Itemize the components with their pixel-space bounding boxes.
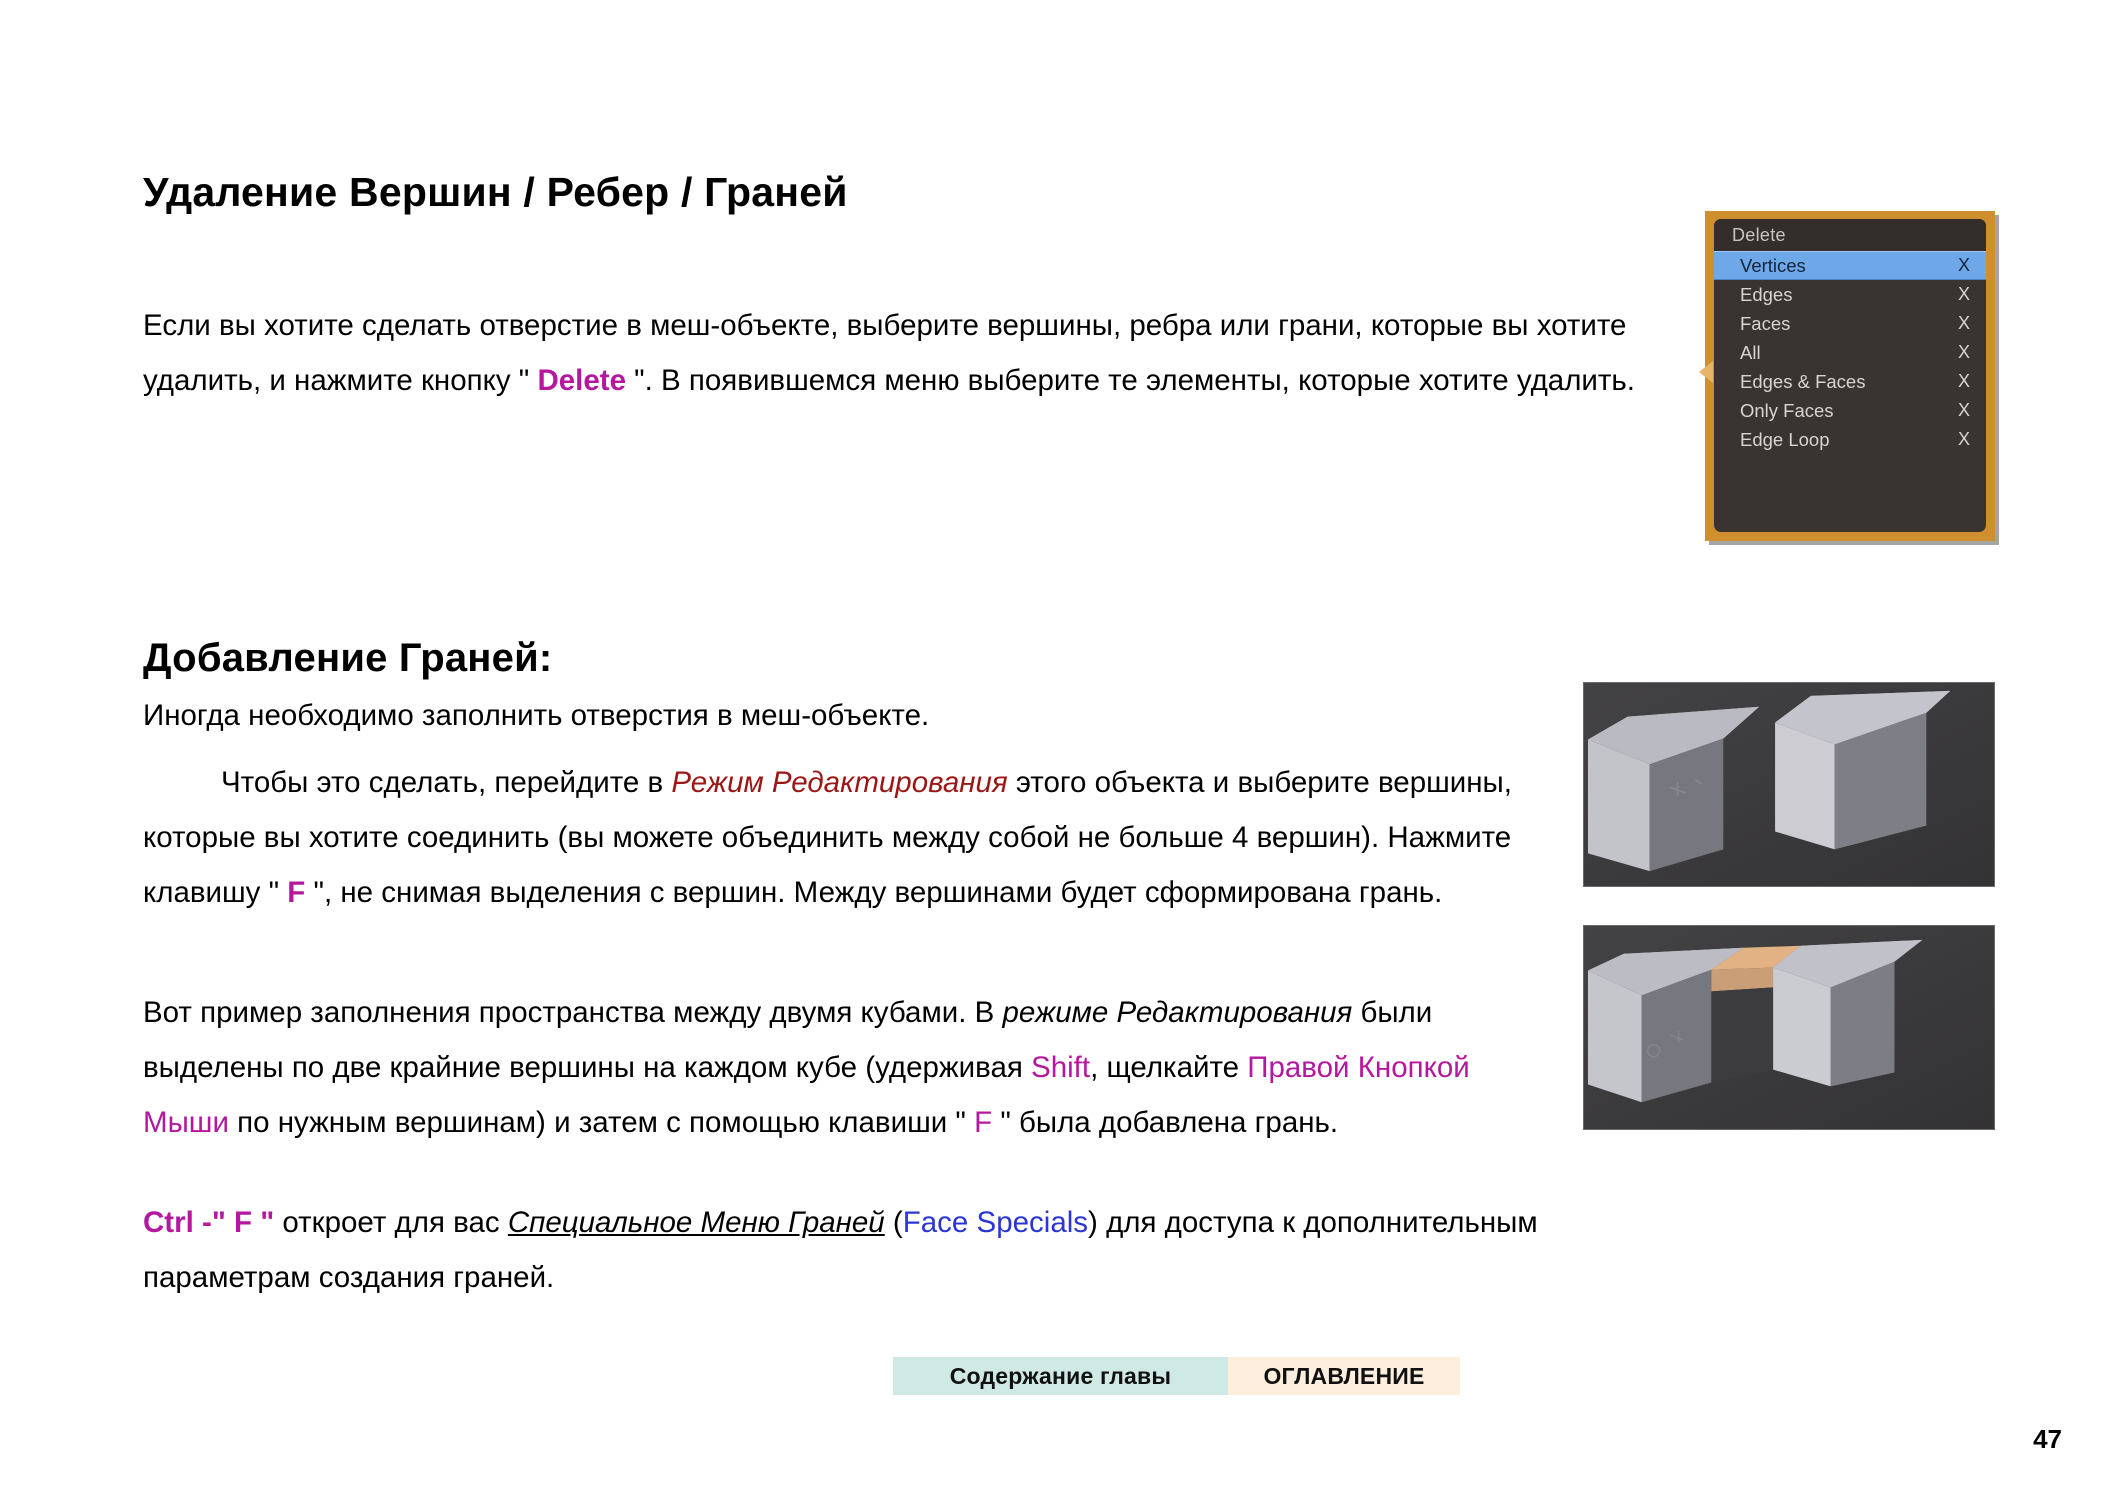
delete-menu-body: Delete Vertices X Edges X Faces X All X … (1714, 219, 1986, 532)
bridged-cubes-illustration (1584, 926, 1994, 1129)
menu-item-vertices-label: Vertices (1740, 254, 1806, 276)
footer-navigation: Содержание главы ОГЛАВЛЕНИЕ (893, 1357, 1460, 1395)
chapter-contents-button[interactable]: Содержание главы (893, 1357, 1228, 1395)
delete-menu-screenshot: Delete Vertices X Edges X Faces X All X … (1705, 211, 1995, 541)
screenshot-two-cubes (1583, 682, 1995, 887)
page-number: 47 (2033, 1424, 2062, 1454)
emphasis-edit-mode: Режим Редактирования (671, 766, 1008, 799)
menu-item-vertices-key: X (1957, 255, 1970, 275)
menu-item-edge-loop-label: Edge Loop (1740, 428, 1830, 450)
emphasis-face-specials-menu: Специальное Меню Граней (507, 1206, 885, 1239)
paragraph-delete-text-2: ". В появившемся меню выберите те элемен… (625, 364, 1635, 397)
paragraph-howto-text-1: Чтобы это сделать, перейдите в (221, 766, 672, 799)
page-title-delete: Удаление Вершин / Ребер / Граней (143, 169, 848, 216)
paragraph-delete: Если вы хотите сделать отверстие в меш-о… (143, 298, 1653, 408)
shortcut-ctrl-f: Ctrl -" F " (143, 1206, 275, 1239)
paragraph-example-text-1: Вот пример заполнения пространства между… (143, 996, 1003, 1029)
delete-menu-title: Delete (1714, 219, 1986, 251)
menu-item-edges[interactable]: Edges X (1714, 280, 1986, 309)
paragraph-example-text-4: по нужным вершинам) и затем с помощью кл… (228, 1106, 975, 1139)
paragraph-howto: Чтобы это сделать, перейдите в Режим Ред… (143, 755, 1573, 920)
menu-item-edges-and-faces-key: X (1957, 371, 1970, 391)
screenshot-bridged-cubes (1583, 925, 1995, 1130)
menu-item-all-key: X (1957, 342, 1970, 362)
menu-item-edges-and-faces-label: Edges & Faces (1740, 370, 1866, 392)
menu-item-faces-key: X (1957, 313, 1970, 333)
menu-item-vertices[interactable]: Vertices X (1714, 251, 1986, 280)
menu-item-edge-loop[interactable]: Edge Loop X (1714, 425, 1986, 454)
page-title-add-faces: Добавление Граней: (143, 635, 553, 680)
paragraph-ctrl-f: Ctrl -" F " откроет для вас Специальное … (143, 1195, 1573, 1305)
menu-item-all-label: All (1740, 341, 1761, 363)
paragraph-ctrl-f-text-2: ( (884, 1206, 903, 1239)
key-f-2: F (974, 1106, 993, 1139)
paragraph-example-text-3: , щелкайте (1090, 1051, 1248, 1084)
table-of-contents-button[interactable]: ОГЛАВЛЕНИЕ (1228, 1357, 1460, 1395)
key-f-1: F (287, 876, 306, 909)
document-page: Удаление Вершин / Ребер / Граней Если вы… (0, 0, 2122, 1500)
menu-item-only-faces-key: X (1957, 400, 1970, 420)
menu-item-edges-and-faces[interactable]: Edges & Faces X (1714, 367, 1986, 396)
paragraph-ctrl-f-text-1: откроет для вас (274, 1206, 508, 1239)
menu-item-faces-label: Faces (1740, 312, 1791, 334)
two-cubes-illustration (1584, 683, 1994, 886)
menu-item-edges-key: X (1957, 284, 1970, 304)
paragraph-example-text-5: " была добавлена грань. (992, 1106, 1339, 1139)
menu-item-only-faces[interactable]: Only Faces X (1714, 396, 1986, 425)
menu-item-edge-loop-key: X (1957, 429, 1970, 449)
paragraph-example: Вот пример заполнения пространства между… (143, 985, 1543, 1150)
menu-item-all[interactable]: All X (1714, 338, 1986, 367)
keyword-delete: Delete (537, 364, 626, 397)
menu-item-only-faces-label: Only Faces (1740, 399, 1834, 421)
link-face-specials[interactable]: Face Specials (903, 1206, 1088, 1239)
emphasis-edit-mode-2: режиме Редактирования (1002, 996, 1353, 1029)
menu-item-edges-label: Edges (1740, 283, 1793, 305)
paragraph-howto-text-3: ", не снимая выделения с вершин. Между в… (305, 876, 1443, 909)
menu-item-faces[interactable]: Faces X (1714, 309, 1986, 338)
paragraph-fill-holes: Иногда необходимо заполнить отверстия в … (143, 699, 930, 732)
key-shift: Shift (1031, 1051, 1091, 1084)
